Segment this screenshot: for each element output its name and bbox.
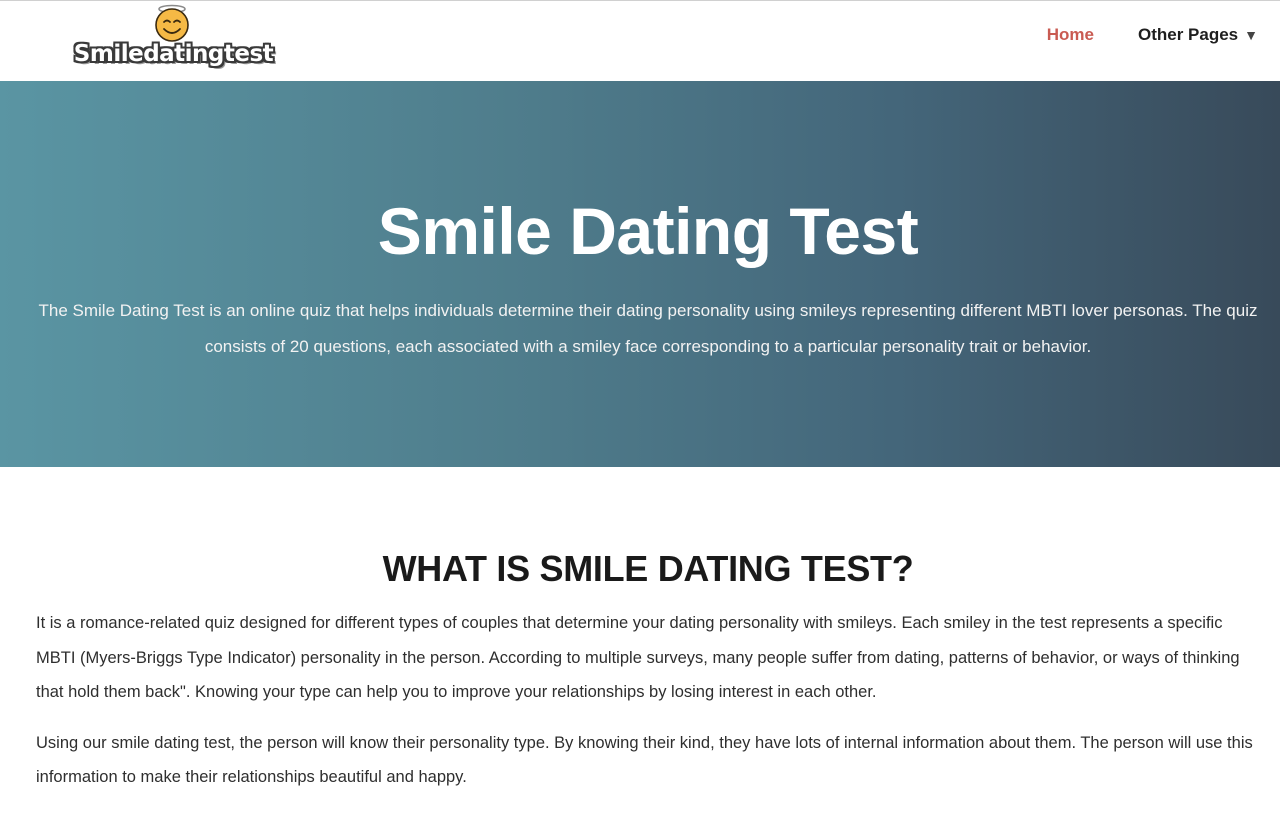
main-nav: Home Other Pages ▼: [1047, 25, 1258, 45]
site-header: Smiledatingtest Home Other Pages ▼: [0, 0, 1280, 80]
nav-home-link[interactable]: Home: [1047, 25, 1094, 45]
section-paragraph: It is a romance-related quiz designed fo…: [36, 614, 1240, 701]
section-paragraph: Using our smile dating test, the person …: [36, 733, 1253, 787]
nav-other-pages-label: Other Pages: [1137, 25, 1239, 44]
hero-description: The Smile Dating Test is an online quiz …: [38, 301, 1258, 356]
chevron-down-icon: ▼: [1244, 27, 1258, 43]
nav-other-pages-dropdown[interactable]: Other Pages ▼: [1138, 25, 1258, 45]
hero-title: Smile Dating Test: [377, 194, 919, 268]
hero-banner: Smile Dating Test The Smile Dating Test …: [0, 81, 1280, 467]
main-content: WHAT IS SMILE DATING TEST? It is a roman…: [36, 548, 1260, 795]
halo-smiley-icon: [155, 4, 189, 42]
logo-text: Smiledatingtest: [73, 41, 274, 67]
site-logo[interactable]: Smiledatingtest: [66, 1, 281, 79]
section-heading: WHAT IS SMILE DATING TEST?: [382, 548, 914, 589]
